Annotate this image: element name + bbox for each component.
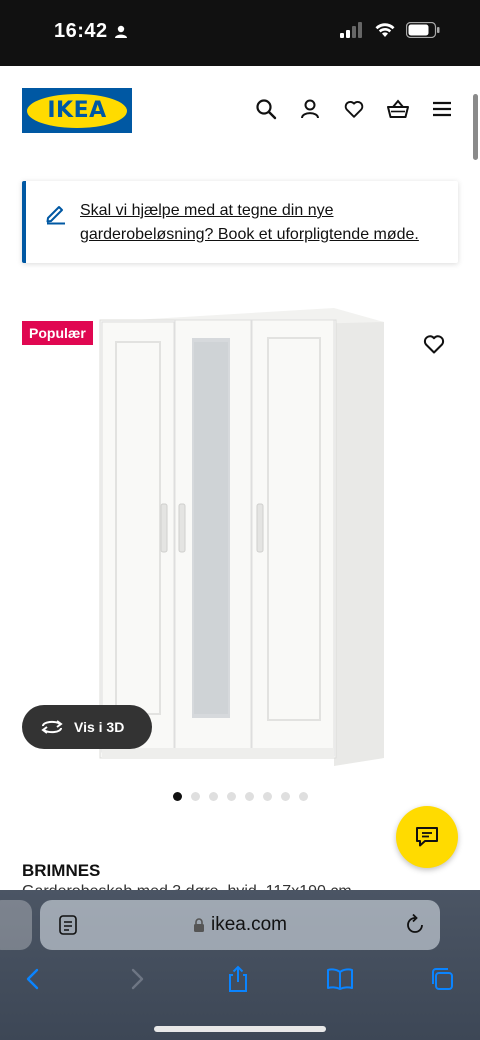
url-display[interactable]: ikea.com — [40, 914, 440, 936]
menu-icon[interactable] — [430, 97, 454, 121]
wardrobe-product-image — [99, 308, 384, 766]
carousel-dot[interactable] — [173, 792, 182, 801]
product-name[interactable]: BRIMNES — [22, 861, 100, 881]
product-gallery[interactable]: Populær Vis i 3D — [0, 290, 480, 780]
home-indicator[interactable] — [154, 1026, 326, 1032]
wifi-icon — [375, 23, 395, 37]
view-in-3d-button[interactable]: Vis i 3D — [22, 705, 152, 749]
share-icon[interactable] — [223, 964, 253, 994]
popular-badge: Populær — [22, 321, 93, 345]
browser-toolbar: ikea.com — [0, 890, 480, 1040]
chat-icon — [416, 827, 438, 847]
forward-icon[interactable] — [122, 964, 152, 994]
carousel-dot[interactable] — [263, 792, 272, 801]
ikea-logo[interactable]: IKEA — [22, 88, 132, 133]
carousel-dot[interactable] — [209, 792, 218, 801]
lock-icon — [193, 917, 204, 932]
design-service-banner[interactable]: Skal vi hjælpe med at tegne din nye gard… — [22, 181, 458, 263]
chat-button[interactable] — [396, 806, 458, 868]
status-time: 16:42 — [54, 20, 128, 43]
url-text: ikea.com — [210, 914, 288, 935]
reload-icon[interactable] — [404, 913, 426, 937]
profile-icon[interactable] — [298, 97, 322, 121]
search-icon[interactable] — [254, 97, 278, 121]
site-header: IKEA — [0, 66, 480, 158]
previous-tab-preview[interactable] — [0, 900, 32, 950]
basket-icon[interactable] — [386, 97, 410, 121]
logo-text: IKEA — [47, 98, 107, 123]
header-actions — [254, 97, 454, 121]
carousel-dot[interactable] — [299, 792, 308, 801]
bookmarks-icon[interactable] — [325, 964, 355, 994]
browser-nav-row — [0, 964, 480, 1004]
carousel-dot[interactable] — [281, 792, 290, 801]
banner-link-text[interactable]: Skal vi hjælpe med at tegne din nye gard… — [80, 199, 450, 247]
person-icon — [114, 25, 127, 38]
carousel-pagination — [173, 792, 308, 801]
back-icon[interactable] — [18, 964, 48, 994]
save-to-favorites-icon[interactable] — [422, 332, 446, 356]
view-3d-label: Vis i 3D — [74, 719, 125, 735]
carousel-dot[interactable] — [245, 792, 254, 801]
battery-icon — [406, 22, 440, 38]
tabs-icon[interactable] — [427, 964, 457, 994]
status-indicators — [340, 22, 440, 38]
rotate-3d-icon — [41, 720, 63, 734]
carousel-dot[interactable] — [191, 792, 200, 801]
page-scrollbar[interactable] — [473, 94, 478, 160]
cellular-signal-icon — [340, 22, 362, 38]
carousel-dot[interactable] — [227, 792, 236, 801]
heart-icon[interactable] — [342, 97, 366, 121]
address-bar[interactable]: ikea.com — [40, 900, 440, 950]
pencil-icon — [46, 206, 65, 225]
status-bar: 16:42 — [0, 0, 480, 66]
